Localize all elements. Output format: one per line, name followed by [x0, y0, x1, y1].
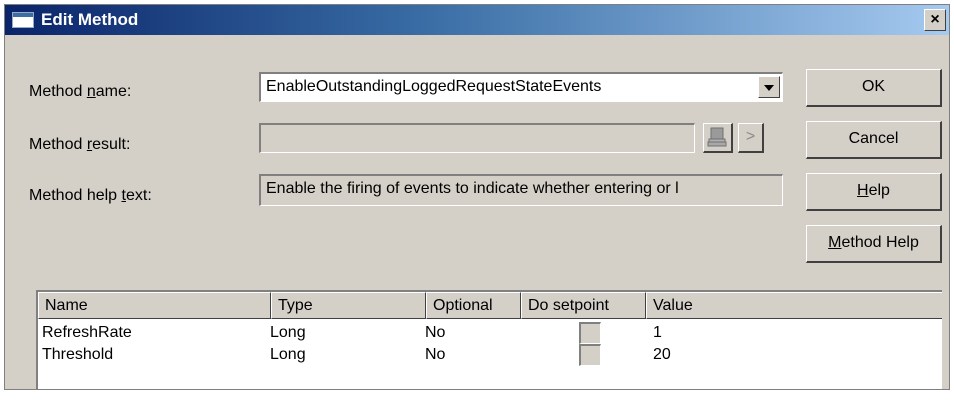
column-header-optional[interactable]: Optional [426, 292, 521, 319]
method-help-button[interactable]: Method Help [806, 225, 942, 263]
do-setpoint-checkbox[interactable] [579, 344, 601, 366]
title-bar[interactable]: Edit Method × [5, 5, 949, 35]
edit-method-dialog: Edit Method × Method name: EnableOutstan… [4, 4, 950, 390]
cancel-button[interactable]: Cancel [806, 121, 942, 159]
help-button[interactable]: Help [806, 173, 942, 211]
param-value[interactable]: 1 [653, 324, 662, 342]
result-next-button: > [738, 123, 764, 153]
method-name-label: Method name: [29, 83, 132, 100]
column-header-type[interactable]: Type [271, 292, 426, 319]
column-header-do-setpoint[interactable]: Do setpoint [521, 292, 646, 319]
method-help-text-label: Method help text: [29, 187, 152, 204]
close-button[interactable]: × [924, 9, 946, 31]
param-value[interactable]: 20 [653, 346, 671, 364]
ok-button[interactable]: OK [806, 69, 942, 107]
param-name: Threshold [42, 346, 114, 363]
method-name-combobox[interactable]: EnableOutstandingLoggedRequestStateEvent… [259, 72, 783, 102]
param-name: RefreshRate [42, 324, 132, 341]
column-header-value[interactable]: Value [646, 292, 942, 319]
dialog-title: Edit Method [41, 10, 139, 29]
window-icon [12, 12, 34, 28]
param-optional: No [425, 324, 446, 341]
column-header-name[interactable]: Name [38, 292, 271, 319]
param-type: Long [270, 346, 306, 363]
param-optional: No [425, 346, 446, 363]
method-result-field [259, 123, 695, 153]
dropdown-arrow-icon[interactable] [758, 76, 780, 98]
method-result-label: Method result: [29, 136, 131, 153]
param-type: Long [270, 324, 306, 341]
browse-result-button[interactable] [703, 123, 733, 153]
do-setpoint-checkbox[interactable] [579, 322, 601, 344]
parameters-table[interactable]: Name Type Optional Do setpoint Value Ref… [36, 290, 942, 389]
browse-result-icon [707, 127, 726, 147]
method-name-value: EnableOutstandingLoggedRequestStateEvent… [266, 78, 602, 95]
method-help-text-field: Enable the firing of events to indicate … [259, 174, 783, 206]
